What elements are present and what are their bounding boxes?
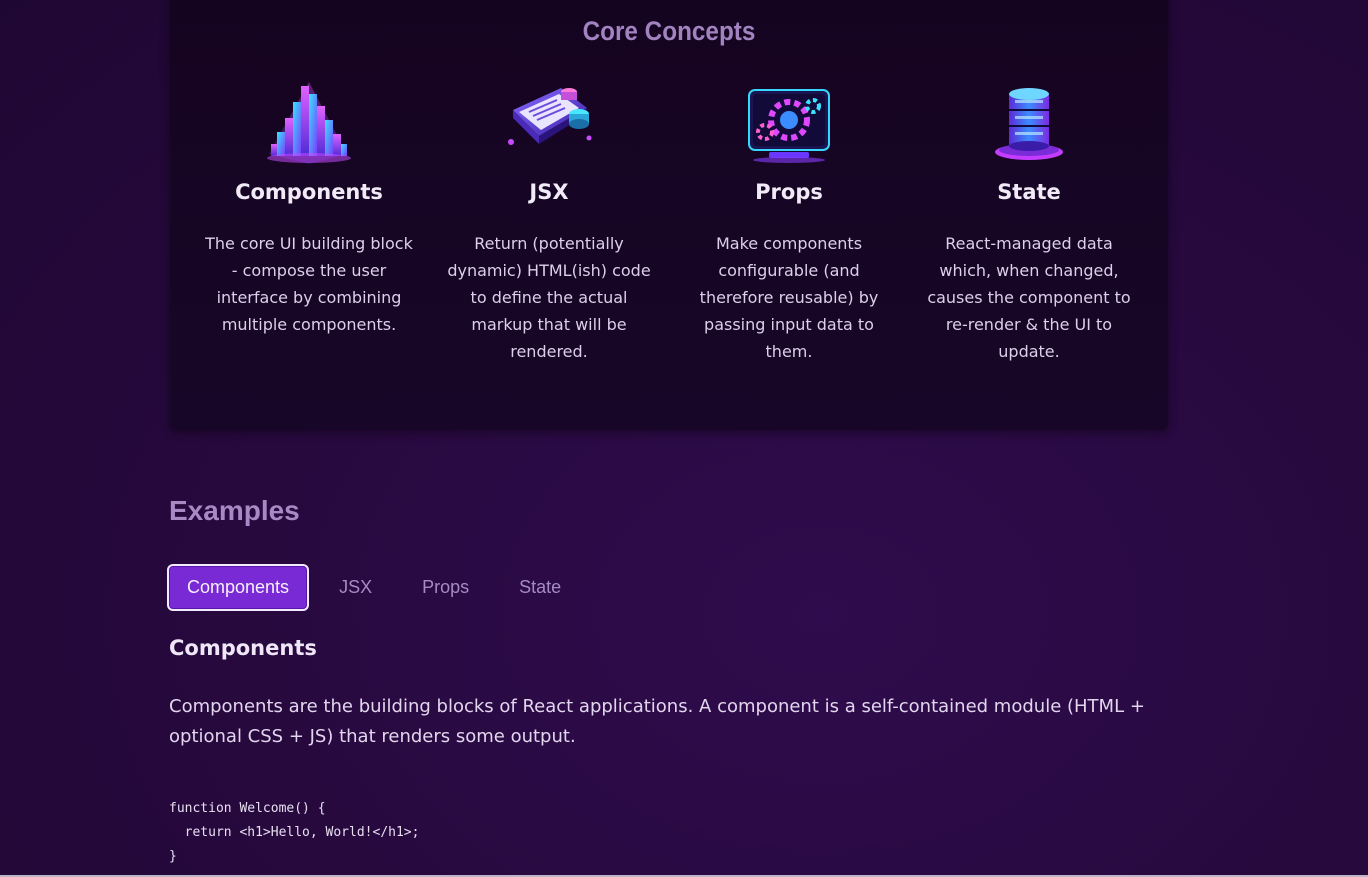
example-code-block: function Welcome() { return <h1>Hello, W… [169,801,420,864]
concept-description: Return (potentially dynamic) HTML(ish) c… [447,234,651,361]
concept-description: React-managed data which, when changed, … [927,234,1131,361]
tab-state[interactable]: State [499,564,581,611]
state-icon [995,88,1063,160]
core-concepts-title: Core Concepts [582,16,756,46]
example-section-description: Components are the building blocks of Re… [169,696,1145,747]
concept-components: Components The core UI building block - … [204,80,414,338]
tab-components[interactable]: Components [167,564,310,611]
props-icon [748,89,830,163]
tab-props[interactable]: Props [402,564,489,611]
examples-tabs: Components JSX Props State [167,564,581,611]
concept-description: Make components configurable (and theref… [699,234,879,361]
example-section-title: Components [169,636,317,660]
components-icon [267,82,351,164]
concept-state: State React-managed data which, when cha… [924,80,1134,365]
core-concepts-card: Core Concepts Components The core UI bui… [170,0,1168,430]
concept-title: State [997,180,1061,204]
concept-title: Props [755,180,823,204]
concept-props: Props Make components configurable (and … [684,80,894,365]
concept-description: The core UI building block - compose the… [205,234,413,334]
jsx-icon [508,88,592,145]
tab-jsx[interactable]: JSX [319,564,392,611]
concept-title: JSX [529,180,569,204]
concept-title: Components [235,180,383,204]
concept-jsx: JSX Return (potentially dynamic) HTML(is… [444,80,654,365]
examples-title: Examples [169,495,300,526]
